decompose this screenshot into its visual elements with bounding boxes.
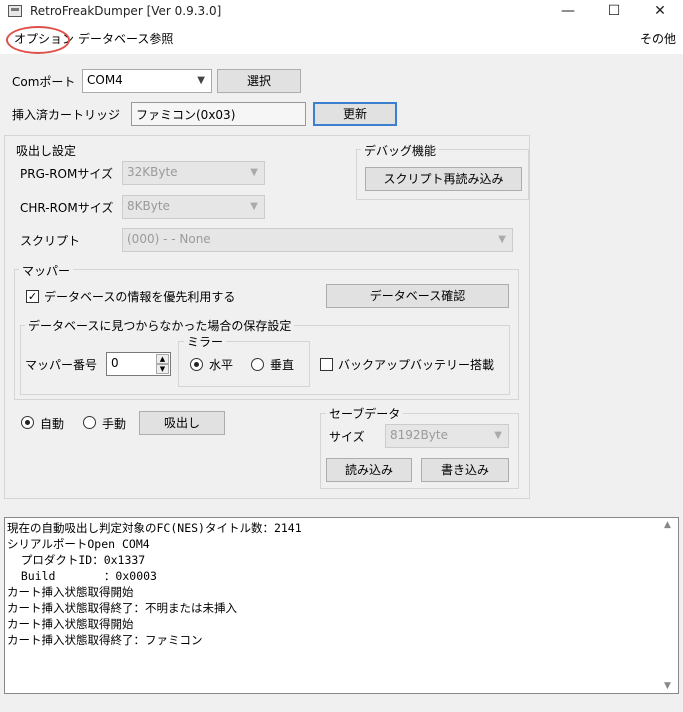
db-check-button[interactable]: データベース確認 [326,284,509,308]
log-line: 現在の自動吸出し判定対象のFC(NES)タイトル数：2141 [7,521,302,535]
script-reload-button[interactable]: スクリプト再読み込み [365,167,522,191]
auto-mode-radio[interactable] [21,416,34,429]
extract-settings-title: 吸出し設定 [13,142,80,159]
write-button[interactable]: 書き込み [421,458,509,482]
use-db-checkbox[interactable]: ✓ [26,290,39,303]
save-size-select[interactable]: 8192Byte ▼ [385,424,509,448]
log-lines: 現在の自動吸出し判定対象のFC(NES)タイトル数：2141 シリアルポートOpe… [7,520,302,648]
chevron-down-icon: ▼ [250,167,258,178]
chevron-down-icon: ▼ [250,201,258,212]
auto-mode-label: 自動 [40,417,65,431]
com-port-value: COM4 [87,73,123,87]
mapper-number-label: マッパー番号 [25,358,98,372]
minimize-button[interactable]: — [545,0,591,24]
scroll-up-icon[interactable]: ▲ [664,520,671,530]
menu-bar: オプション データベース参照 その他 [0,24,683,54]
chevron-down-icon: ▼ [494,430,502,441]
manual-mode-radio[interactable] [83,416,96,429]
script-value: (000) - - None [127,232,211,246]
window-title: RetroFreakDumper [Ver 0.9.3.0] [30,4,222,18]
not-found-group-title: データベースに見つからなかった場合の保存設定 [25,317,295,334]
app-icon [8,5,22,17]
mapper-number-value: 0 [111,356,119,370]
manual-mode-label: 手動 [102,417,127,431]
stepper-down-icon[interactable]: ▼ [156,364,169,374]
chevron-down-icon: ▼ [498,234,506,245]
script-select[interactable]: (000) - - None ▼ [122,228,513,252]
log-line: Build ：0x0003 [7,569,157,583]
log-line: カート挿入状態取得終了：ファミコン [7,633,203,647]
chr-rom-label: CHR-ROMサイズ [20,201,114,215]
select-button[interactable]: 選択 [217,69,301,93]
log-line: プロダクトID：0x1337 [7,553,146,567]
com-port-label: Comポート [12,75,76,89]
prg-rom-value: 32KByte [127,165,178,179]
title-bar[interactable]: RetroFreakDumper [Ver 0.9.3.0] — ☐ ✕ [0,0,683,24]
cartridge-label: 挿入済カートリッジ [12,108,121,122]
mirror-group-title: ミラー [184,333,227,350]
save-data-title: セーブデータ [326,405,404,422]
log-line: シリアルポートOpen COM4 [7,537,150,551]
prg-rom-select[interactable]: 32KByte ▼ [122,161,265,185]
cartridge-field[interactable]: ファミコン(0x03) [131,102,306,126]
close-button[interactable]: ✕ [637,0,683,24]
highlight-circle [6,26,70,54]
prg-rom-label: PRG-ROMサイズ [20,167,113,181]
menu-database[interactable]: データベース参照 [78,30,173,47]
save-size-label: サイズ [329,430,365,444]
log-line: カート挿入状態取得終了：不明または未挿入 [7,601,237,615]
extract-button[interactable]: 吸出し [139,411,225,435]
mirror-vertical-label: 垂直 [270,358,295,372]
mapper-group-title: マッパー [19,262,74,279]
log-line: カート挿入状態取得開始 [7,585,134,599]
maximize-button[interactable]: ☐ [591,0,637,24]
scroll-down-icon[interactable]: ▼ [664,681,671,691]
backup-battery-label: バックアップバッテリー搭載 [338,358,495,372]
menu-other[interactable]: その他 [640,30,676,47]
mirror-horizontal-label: 水平 [209,358,234,372]
log-scrollbar[interactable]: ▲ ▼ [662,520,676,691]
chevron-down-icon: ▼ [197,75,205,86]
stepper-up-icon[interactable]: ▲ [156,354,169,364]
backup-battery-checkbox[interactable] [320,358,333,371]
mirror-vertical-radio[interactable] [251,358,264,371]
com-port-select[interactable]: COM4 ▼ [82,69,212,93]
log-output[interactable]: 現在の自動吸出し判定対象のFC(NES)タイトル数：2141 シリアルポートOpe… [4,517,679,694]
debug-group-title: デバッグ機能 [361,142,440,159]
mirror-horizontal-radio[interactable] [190,358,203,371]
chr-rom-value: 8KByte [127,199,170,213]
log-line: カート挿入状態取得開始 [7,617,134,631]
mapper-number-stepper[interactable]: 0 ▲ ▼ [106,352,171,376]
use-db-label: データベースの情報を優先利用する [44,290,236,304]
script-label: スクリプト [20,234,81,248]
read-button[interactable]: 読み込み [326,458,412,482]
chr-rom-select[interactable]: 8KByte ▼ [122,195,265,219]
update-button[interactable]: 更新 [313,102,397,126]
save-size-value: 8192Byte [390,428,448,442]
